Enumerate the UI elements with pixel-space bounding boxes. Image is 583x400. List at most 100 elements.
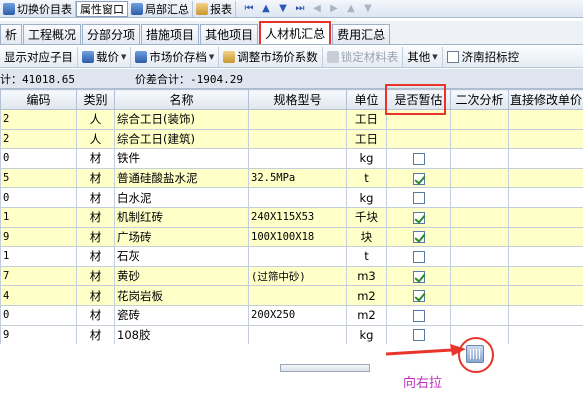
cell-name[interactable]: 普通硅酸盐水泥	[114, 167, 249, 189]
header-unit[interactable]: 单位	[346, 89, 387, 110]
cell-direct-edit-price[interactable]	[508, 226, 583, 248]
cell-name[interactable]: 综合工日(建筑)	[114, 128, 249, 150]
cell-code[interactable]: 1	[0, 206, 77, 228]
cell-name[interactable]: 综合工日(装饰)	[114, 109, 249, 130]
header-category[interactable]: 类别	[76, 89, 115, 110]
cell-code[interactable]: 2	[0, 109, 77, 130]
checkbox-icon[interactable]	[412, 152, 425, 165]
scrollbar-thumb[interactable]	[280, 364, 370, 372]
header-secondary-analysis[interactable]: 二次分析	[450, 89, 509, 110]
tab-analysis[interactable]: 析	[0, 24, 23, 44]
cell-code[interactable]: 1	[0, 246, 77, 267]
table-row[interactable]: 9 材广场砖 100X100X18 块	[0, 226, 583, 248]
tab-other-items[interactable]: 其他项目	[200, 24, 259, 44]
cell-direct-edit-price[interactable]	[508, 206, 583, 228]
cell-spec[interactable]: 200X250	[248, 304, 347, 326]
cell-unit[interactable]: 工日	[346, 109, 387, 130]
cell-code[interactable]: 0	[0, 304, 77, 326]
cell-is-estimated[interactable]	[386, 206, 451, 228]
cell-secondary-analysis[interactable]	[450, 226, 509, 248]
cell-secondary-analysis[interactable]	[450, 167, 509, 189]
right-arrow-icon[interactable]: ▶	[327, 2, 341, 16]
cell-spec[interactable]	[248, 128, 347, 150]
cell-spec[interactable]	[248, 246, 347, 267]
checkbox-checked-icon[interactable]	[412, 270, 425, 283]
table-row[interactable]: 7 材黄砂 (过筛中砂) m3	[0, 265, 583, 287]
checkbox-checked-icon[interactable]	[412, 290, 425, 303]
switch-price-table-button[interactable]: 切换价目表	[0, 0, 76, 17]
horizontal-scrollbar[interactable]	[0, 364, 583, 374]
cell-secondary-analysis[interactable]	[450, 148, 509, 169]
tab-project-overview[interactable]: 工程概况	[23, 24, 82, 44]
report-button[interactable]: 报表	[193, 0, 236, 17]
up-icon[interactable]: ▲	[344, 2, 358, 16]
cell-code[interactable]: 9	[0, 324, 77, 346]
cell-direct-edit-price[interactable]	[508, 265, 583, 287]
cell-name[interactable]: 108胶	[114, 324, 249, 346]
left-arrow-icon[interactable]: ◀	[310, 2, 324, 16]
cell-direct-edit-price[interactable]	[508, 109, 583, 130]
cell-name[interactable]: 瓷砖	[114, 304, 249, 326]
last-icon[interactable]: ⏭	[293, 2, 307, 16]
cell-is-estimated[interactable]	[386, 265, 451, 287]
cell-direct-edit-price[interactable]	[508, 187, 583, 208]
cell-name[interactable]: 广场砖	[114, 226, 249, 248]
table-row[interactable]: 1 材石灰 t	[0, 246, 583, 267]
cell-spec[interactable]	[248, 109, 347, 130]
cell-is-estimated[interactable]	[386, 246, 451, 267]
cell-category[interactable]: 材	[76, 304, 115, 326]
cell-direct-edit-price[interactable]	[508, 324, 583, 346]
down-arrow-icon[interactable]: ▼	[276, 2, 290, 16]
header-code[interactable]: 编码	[0, 89, 77, 110]
cell-is-estimated[interactable]	[386, 324, 451, 346]
cell-is-estimated[interactable]	[386, 128, 451, 150]
cell-direct-edit-price[interactable]	[508, 246, 583, 267]
cell-unit[interactable]: kg	[346, 324, 387, 346]
cell-unit[interactable]: 工日	[346, 128, 387, 150]
cell-secondary-analysis[interactable]	[450, 128, 509, 150]
cell-category[interactable]: 材	[76, 285, 115, 306]
cell-category[interactable]: 材	[76, 187, 115, 208]
cell-category[interactable]: 人	[76, 109, 115, 130]
cell-spec[interactable]: 100X100X18	[248, 226, 347, 248]
down-icon[interactable]: ▼	[361, 2, 375, 16]
header-direct-edit-price[interactable]: 直接修改单价	[508, 89, 583, 110]
jinan-bid-checkbox[interactable]: 济南招标控	[441, 46, 524, 67]
cell-secondary-analysis[interactable]	[450, 246, 509, 267]
header-is-estimated[interactable]: 是否暂估	[386, 89, 451, 110]
cell-secondary-analysis[interactable]	[450, 187, 509, 208]
cell-unit[interactable]: m2	[346, 285, 387, 306]
cell-category[interactable]: 材	[76, 265, 115, 287]
lock-material-button[interactable]: 锁定材料表	[321, 46, 403, 67]
cell-unit[interactable]: m3	[346, 265, 387, 287]
cell-code[interactable]: 5	[0, 167, 77, 189]
cell-spec[interactable]	[248, 187, 347, 208]
cell-code[interactable]: 9	[0, 226, 77, 248]
tab-labor-material-summary[interactable]: 人材机汇总	[259, 21, 332, 44]
checkbox-icon[interactable]	[412, 250, 425, 263]
cell-spec[interactable]	[248, 285, 347, 306]
checkbox-icon[interactable]	[412, 309, 425, 322]
cell-name[interactable]: 黄砂	[114, 265, 249, 287]
cell-name[interactable]: 石灰	[114, 246, 249, 267]
cell-direct-edit-price[interactable]	[508, 167, 583, 189]
adjust-coefficient-button[interactable]: 调整市场价系数	[218, 46, 322, 67]
cell-code[interactable]: 4	[0, 285, 77, 306]
load-price-button[interactable]: 载价 ▼	[77, 46, 130, 67]
cell-category[interactable]: 材	[76, 246, 115, 267]
partial-summary-button[interactable]: 局部汇总	[128, 0, 193, 17]
cell-spec[interactable]	[248, 324, 347, 346]
cell-unit[interactable]: t	[346, 167, 387, 189]
market-price-save-button[interactable]: 市场价存档 ▼	[130, 46, 218, 67]
cell-secondary-analysis[interactable]	[450, 285, 509, 306]
cell-spec[interactable]: 240X115X53	[248, 206, 347, 228]
cell-category[interactable]: 材	[76, 206, 115, 228]
cell-is-estimated[interactable]	[386, 167, 451, 189]
cell-name[interactable]: 铁件	[114, 148, 249, 169]
cell-spec[interactable]	[248, 148, 347, 169]
cell-unit[interactable]: 千块	[346, 206, 387, 228]
table-row[interactable]: 9 材 108胶 kg	[0, 324, 583, 346]
tab-measures[interactable]: 措施项目	[141, 24, 200, 44]
cell-unit[interactable]: kg	[346, 148, 387, 169]
cell-category[interactable]: 材	[76, 226, 115, 248]
